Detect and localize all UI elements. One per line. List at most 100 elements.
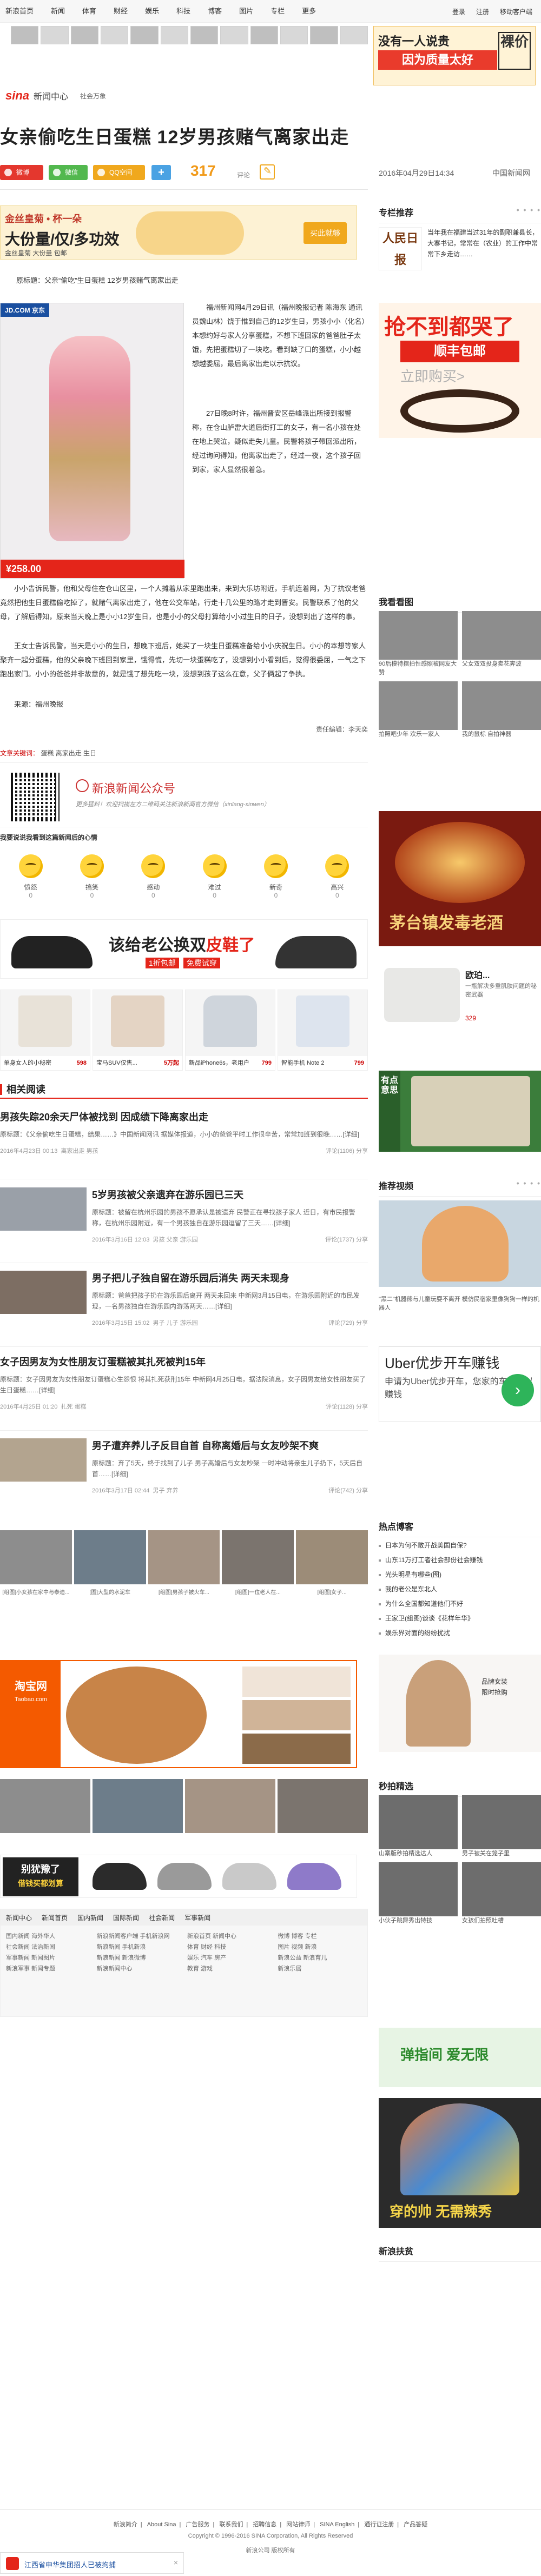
news-title[interactable]: 5岁男孩被父亲遗弃在游乐园已三天 (92, 1187, 368, 1201)
footer-col[interactable]: 国内新闻 海外华人 社会新闻 法治新闻 军事新闻 新闻图片 新浪军事 新闻专题 (6, 1931, 91, 1974)
side-top-ad[interactable]: 没有一人说贵 因为质量太好 裸价 (373, 26, 536, 85)
nav-item-finance[interactable]: 财经 (105, 0, 136, 23)
taobao-ad[interactable]: 淘宝网 Taobao.com (0, 1660, 357, 1768)
hot-blog-item[interactable]: 山东11万打工者社会部份社会赚钱 (379, 1553, 541, 1568)
share-qzone-button[interactable]: QQ空间 (93, 165, 145, 180)
related-news-item[interactable]: 女子因男友为女性朋友订蛋糕被其扎死被判15年 原标题：女子因男友为女性朋友订蛋糕… (0, 1355, 368, 1411)
bottom-link[interactable]: 招聘信息 (253, 2521, 276, 2528)
video-caption[interactable]: "黑二"机器熊与儿童玩耍不离开 模仿民宿家里像狗狗一样的机器人 (379, 1295, 541, 1312)
hot-blog-item[interactable]: 光头明星有哪些(图) (379, 1568, 541, 1582)
hot-blog-item[interactable]: 娱乐界对面的纷纷扰扰 (379, 1626, 541, 1641)
promo-buy-button[interactable]: 买此就够 (304, 222, 347, 244)
nav-item-more[interactable]: 更多 (293, 0, 325, 23)
news-thumbnail[interactable] (0, 1187, 87, 1231)
gallery-photo[interactable] (185, 1779, 275, 1833)
hot-blog-item[interactable]: 为什么全国都知道他们不好 (379, 1597, 541, 1611)
bottom-link[interactable]: 产品答疑 (404, 2521, 427, 2528)
news-thumbnail[interactable] (0, 1438, 87, 1482)
fashion-ad[interactable]: 品牌女装 限时抢购 (379, 1655, 541, 1752)
pick-item[interactable]: 男子被关在笼子里 (462, 1795, 541, 1858)
photo-caption[interactable]: [组图]小女孩在家中与泰迪... (0, 1588, 72, 1596)
hot-blog-item[interactable]: 王家卫(组图)谈谈《花样年华》 (379, 1611, 541, 1626)
nav-item-pics[interactable]: 图片 (230, 0, 262, 23)
footer-tab[interactable]: 新闻首页 (42, 1913, 68, 1922)
news-tags[interactable]: 男子 儿子 游乐园 (153, 1320, 198, 1326)
column-recommend[interactable]: 人民日报 当年我在福建当过31年的副职兼县长，大寨书记，常常在（农业）的工作中常… (379, 227, 541, 297)
look-item[interactable]: 我的鼠标 自拍神器 (462, 681, 541, 739)
news-title[interactable]: 女子因男友为女性朋友订蛋糕被其扎死被判15年 (0, 1355, 368, 1369)
floating-news-bar[interactable]: 江西省申华集团招人已被拘捕 × (0, 2552, 184, 2574)
belt-ad[interactable]: 抢不到都哭了 顺丰包邮 立即购买> (379, 303, 541, 438)
video-recommend[interactable] (379, 1200, 541, 1287)
write-comment-icon[interactable] (260, 164, 275, 180)
pick-item[interactable]: 小伙子跳舞秀出特技 (379, 1862, 458, 1925)
look-item[interactable]: 拍照吧少年 欢乐一家人 (379, 681, 458, 739)
gallery-photo[interactable] (278, 1779, 368, 1833)
news-title[interactable]: 男子遭弃养儿子反目自首 自称离婚后与女友吵架不爽 (92, 1438, 368, 1452)
product-card[interactable]: 宝马SUV仅售... 5万起 (93, 990, 183, 1071)
interesting-ad[interactable]: 有点意思 (379, 1071, 541, 1152)
bottom-link[interactable]: 网站律师 (286, 2521, 310, 2528)
news-comments[interactable]: 评论(729) 分享 (328, 1318, 368, 1327)
nav-item-blog[interactable]: 博客 (199, 0, 230, 23)
footer-tab[interactable]: 国际新闻 (113, 1913, 139, 1922)
footer-tab[interactable]: 军事新闻 (184, 1913, 210, 1922)
footer-col[interactable]: 新浪新闻客户端 手机新浪网 新浪新闻 手机新浪 新浪新闻 新浪微博 新浪新闻中心 (97, 1931, 182, 1974)
news-tags[interactable]: 男子 弃养 (153, 1488, 179, 1494)
gallery-photo[interactable] (74, 1530, 146, 1584)
nav-item-home[interactable]: 新浪首页 (0, 0, 42, 23)
bottom-link[interactable]: SINA English (320, 2521, 354, 2528)
mood-item[interactable]: 新奇 0 (245, 854, 306, 908)
news-thumbnail[interactable] (0, 1271, 87, 1314)
gallery-photo[interactable] (0, 1779, 90, 1833)
mobile-client-link[interactable]: 移动客户端 (497, 7, 536, 16)
footer-col[interactable]: 新浪首页 新闻中心 体育 财经 科技 娱乐 汽车 房产 教育 游戏 (187, 1931, 273, 1974)
comment-count[interactable]: 317 (190, 162, 216, 180)
carousel-dots[interactable]: • • • • (517, 205, 541, 214)
floating-news-text[interactable]: 江西省申华集团招人已被拘捕 (24, 2559, 116, 2570)
mood-item[interactable]: 感动 0 (123, 854, 184, 908)
shoe-ad-try-button[interactable]: 免费试穿 (183, 958, 220, 968)
carousel-dots[interactable]: • • • • (517, 1179, 541, 1187)
comment-label[interactable]: 评论 (237, 170, 250, 180)
photo-caption[interactable]: [组图]一位老人在... (222, 1588, 294, 1596)
look-item[interactable]: 90后模特摆拍性感照被网友大赞 (379, 611, 458, 677)
site-logo[interactable]: sina 新闻中心 社会万象 (5, 87, 106, 105)
related-news-item[interactable]: 男孩失踪20余天尸体被找到 因成绩下降离家出走 原标题：《父亲偷吃生日蛋糕，结果… (0, 1110, 368, 1155)
nav-item-ent[interactable]: 娱乐 (136, 0, 168, 23)
news-comments[interactable]: 评论(1106) 分享 (326, 1146, 368, 1155)
footer-tab[interactable]: 新闻中心 (6, 1913, 32, 1922)
channel-breadcrumb[interactable]: 社会万象 (72, 91, 106, 101)
top-banner-ad[interactable] (11, 26, 368, 44)
uber-ad[interactable]: Uber优步开车赚钱 申请为Uber优步开车，您家的车也可以赚钱 › (379, 1346, 541, 1422)
share-weibo-button[interactable]: 微博 (0, 165, 43, 180)
nav-item-sports[interactable]: 体育 (74, 0, 105, 23)
mood-item[interactable]: 高兴 0 (307, 854, 368, 908)
cream-ad[interactable]: 欧珀... 一瓶解决多重肌肤问题的秘密武器 329 (379, 962, 541, 1027)
product-card[interactable]: 新品iPhone6s，老用户 799 (185, 990, 275, 1071)
mood-item[interactable]: 搞笑 0 (61, 854, 122, 908)
nav-item-news[interactable]: 新闻 (42, 0, 74, 23)
bottom-link[interactable]: 通行证注册 (364, 2521, 394, 2528)
news-tags[interactable]: 扎死 蛋糕 (61, 1404, 87, 1410)
belt-ad-buy[interactable]: 立即购买> (400, 366, 465, 386)
gallery-photo[interactable] (148, 1530, 220, 1584)
related-news-item[interactable]: 5岁男孩被父亲遗弃在游乐园已三天 原标题：被留在杭州乐园的男孩不愿承认是被遗弃 … (92, 1187, 368, 1244)
share-weixin-button[interactable]: 微信 (49, 165, 88, 180)
bottom-link[interactable]: About Sina (147, 2521, 176, 2528)
news-title[interactable]: 男孩失踪20余天尸体被找到 因成绩下降离家出走 (0, 1110, 368, 1124)
footer-tab[interactable]: 国内新闻 (77, 1913, 103, 1922)
photo-caption[interactable]: [图]大型的水泥车 (74, 1588, 146, 1596)
photo-caption[interactable]: [组图]女子... (296, 1588, 368, 1596)
news-tags[interactable]: 男孩 父亲 游乐园 (153, 1237, 198, 1243)
gallery-photo[interactable] (0, 1530, 72, 1584)
liquor-ad[interactable]: 茅台镇发毒老酒 (379, 811, 541, 946)
keywords[interactable]: 蛋糕 离家出走 生日 (41, 749, 96, 757)
related-news-item[interactable]: 男子把儿子独自留在游乐园后消失 两天未现身 原标题：爸爸把孩子扔在游乐园后离开 … (92, 1271, 368, 1327)
shirt-ad[interactable]: 穿的帅 无需辣秀 (379, 2098, 541, 2228)
nav-item-tech[interactable]: 科技 (168, 0, 199, 23)
close-icon[interactable]: × (174, 2558, 178, 2567)
hot-blog-item[interactable]: 我的老公是东北人 (379, 1582, 541, 1597)
nav-item-column[interactable]: 专栏 (262, 0, 293, 23)
promo-ad[interactable]: 金丝皇菊 • 杯一朵 大份量/仅/多功效 金丝皇菊 大份量 包邮 买此就够 (0, 205, 357, 260)
